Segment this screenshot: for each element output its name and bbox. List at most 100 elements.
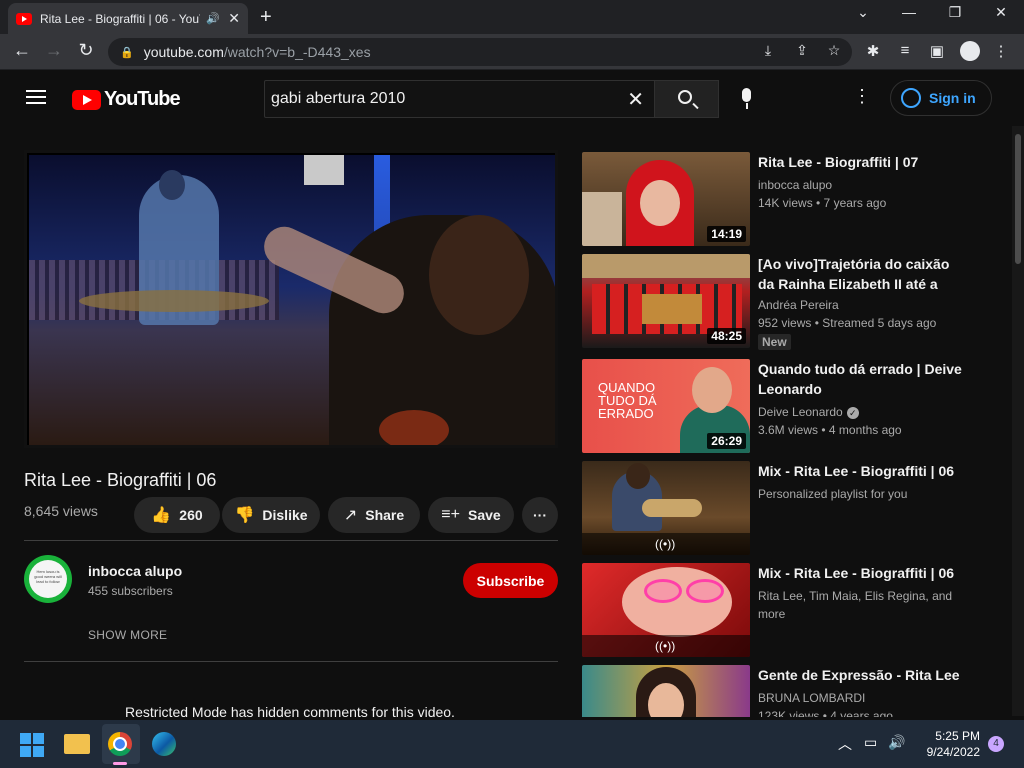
recommendation-title[interactable]: Gente de Expressão - Rita Lee — [758, 665, 968, 685]
side-panel-icon[interactable]: ▣ — [926, 42, 948, 60]
menu-hamburger-icon[interactable] — [26, 90, 46, 104]
like-button[interactable]: 👍 260 — [134, 497, 220, 533]
recommendation-title[interactable]: [Ao vivo]Trajetória do caixão da Rainha … — [758, 254, 968, 294]
network-icon[interactable]: ▭ — [864, 734, 877, 751]
tab-search-icon[interactable]: ⌄ — [848, 4, 878, 21]
chrome-menu-icon[interactable]: ⋮ — [990, 42, 1012, 60]
windows-start-icon[interactable] — [20, 733, 44, 757]
reload-button[interactable]: ↻ — [74, 40, 98, 61]
divider — [24, 540, 558, 541]
forward-button[interactable]: → — [42, 40, 66, 61]
bookmark-star-icon[interactable]: ☆ — [824, 42, 844, 59]
recommendation-item[interactable]: ((•)) Mix - Rita Lee - Biograffiti | 06 … — [582, 461, 1002, 557]
recommendation-title[interactable]: Quando tudo dá errado | Deive Leonardo — [758, 359, 968, 399]
dislike-label: Dislike — [262, 507, 308, 523]
thumb-glasses — [686, 579, 724, 603]
avatar-text: Hem lusou is good weera will lead to fol… — [34, 569, 62, 584]
new-tab-button[interactable]: + — [260, 6, 272, 29]
youtube-logo[interactable]: YouTube — [72, 88, 181, 111]
lock-icon[interactable]: 🔒 — [120, 46, 134, 59]
show-more-button[interactable]: SHOW MORE — [88, 628, 167, 642]
chrome-icon[interactable] — [108, 732, 132, 756]
close-window-button[interactable]: ✕ — [986, 4, 1016, 21]
chevron-up-icon[interactable]: ︿ — [838, 734, 852, 754]
recommendation-title[interactable]: Mix - Rita Lee - Biograffiti | 06 — [758, 461, 968, 481]
speaker-icon[interactable]: 🔊 — [206, 12, 220, 25]
page-scrollbar[interactable] — [1012, 126, 1024, 716]
search-button[interactable] — [655, 80, 719, 118]
microphone-icon — [742, 88, 751, 102]
channel-avatar[interactable]: Hem lusou is good weera will lead to fol… — [24, 555, 72, 603]
video-thumbnail[interactable]: QUANDO TUDO DÁ ERRADO 26:29 — [582, 359, 750, 453]
subscribe-button[interactable]: Subscribe — [463, 563, 558, 598]
microphone-stem — [746, 103, 748, 109]
system-clock[interactable]: 5:25 PM 9/24/2022 — [918, 728, 980, 760]
verified-check-icon: ✓ — [846, 406, 859, 419]
dislike-button[interactable]: 👎 Dislike — [222, 497, 320, 533]
youtube-header: YouTube gabi abertura 2010 ✕ ⋮ Sign in — [0, 70, 1012, 126]
video-thumbnail[interactable]: 14:19 — [582, 152, 750, 246]
recommendation-meta: 3.6M views • 4 months ago — [758, 423, 902, 437]
recommendation-channel[interactable]: Andréa Pereira — [758, 296, 968, 314]
recommendation-meta: 952 views • Streamed 5 days ago — [758, 316, 937, 330]
extensions-icon[interactable]: ✱ — [862, 42, 884, 60]
video-thumbnail[interactable] — [582, 665, 750, 717]
mix-radio-icon: ((•)) — [655, 537, 676, 551]
video-guitarist-head — [159, 170, 185, 200]
active-app-indicator — [113, 762, 127, 765]
video-drummer-head — [429, 215, 529, 335]
thumbs-down-icon: 👎 — [234, 507, 255, 524]
restricted-comments-notice: Restricted Mode has hidden comments for … — [125, 704, 455, 720]
back-button[interactable]: ← — [10, 40, 34, 61]
clock-date: 9/24/2022 — [926, 745, 980, 759]
edge-icon[interactable] — [152, 732, 176, 756]
recommendation-item[interactable]: 48:25 [Ao vivo]Trajetória do caixão da R… — [582, 254, 1002, 350]
video-player[interactable] — [24, 150, 558, 448]
file-explorer-icon[interactable] — [64, 734, 90, 754]
channel-name-text: Deive Leonardo — [758, 405, 843, 419]
video-duration: 48:25 — [707, 328, 746, 344]
restore-button[interactable]: ❐ — [940, 4, 970, 21]
video-thumbnail[interactable]: 48:25 — [582, 254, 750, 348]
clear-search-icon[interactable]: ✕ — [627, 87, 644, 112]
volume-icon[interactable]: 🔊 — [888, 734, 905, 751]
view-count: 8,645 views — [24, 503, 98, 519]
video-thumbnail[interactable]: ((•)) — [582, 563, 750, 657]
recommendation-meta: 123K views • 4 years ago — [758, 709, 893, 717]
channel-name[interactable]: inbocca alupo — [88, 563, 182, 579]
browser-tab[interactable]: Rita Lee - Biograffiti | 06 - YouTube 🔊 … — [8, 3, 248, 34]
profile-avatar-icon[interactable] — [960, 41, 980, 61]
notification-badge[interactable]: 4 — [988, 736, 1004, 752]
recommendation-meta: 14K views • 7 years ago — [758, 196, 887, 210]
address-bar[interactable]: 🔒 youtube.com/watch?v=b_-D443_xes — [108, 38, 852, 66]
signin-label: Sign in — [929, 90, 976, 106]
thumb-chair — [582, 192, 622, 246]
minimize-button[interactable]: — — [894, 4, 924, 20]
recommendation-item[interactable]: Gente de Expressão - Rita Lee BRUNA LOMB… — [582, 665, 1002, 717]
video-thumbnail[interactable]: ((•)) — [582, 461, 750, 555]
recommendation-channel[interactable]: Deive Leonardo ✓ — [758, 403, 968, 421]
recommendation-item[interactable]: 14:19 Rita Lee - Biograffiti | 07 inbocc… — [582, 152, 1002, 248]
settings-menu-icon[interactable]: ⋮ — [852, 86, 872, 107]
media-control-icon[interactable]: ≡ — [894, 42, 916, 59]
recommendation-channel[interactable]: inbocca alupo — [758, 176, 968, 194]
share-button[interactable]: ↗ Share — [328, 497, 420, 533]
signin-button[interactable]: Sign in — [890, 80, 992, 116]
video-sign — [304, 155, 344, 185]
install-icon[interactable]: ⤓ — [758, 42, 778, 59]
recommendation-item[interactable]: ((•)) Mix - Rita Lee - Biograffiti | 06 … — [582, 563, 1002, 659]
recommendation-title[interactable]: Mix - Rita Lee - Biograffiti | 06 — [758, 563, 968, 583]
voice-search-button[interactable] — [730, 82, 764, 116]
search-input[interactable]: gabi abertura 2010 ✕ — [264, 80, 655, 118]
recommendation-channel[interactable]: BRUNA LOMBARDI — [758, 689, 968, 707]
scrollbar-thumb[interactable] — [1015, 134, 1021, 264]
recommendation-title[interactable]: Rita Lee - Biograffiti | 07 — [758, 152, 968, 172]
new-badge: New — [758, 334, 791, 350]
close-tab-icon[interactable]: ✕ — [228, 10, 240, 27]
more-actions-button[interactable]: ··· — [522, 497, 558, 533]
save-button[interactable]: ≡+ Save — [428, 497, 514, 533]
recommendation-item[interactable]: QUANDO TUDO DÁ ERRADO 26:29 Quando tudo … — [582, 359, 1002, 455]
add-playlist-icon: ≡+ — [441, 506, 460, 523]
share-page-icon[interactable]: ⇪ — [792, 42, 812, 59]
thumb-coffin — [642, 294, 702, 324]
